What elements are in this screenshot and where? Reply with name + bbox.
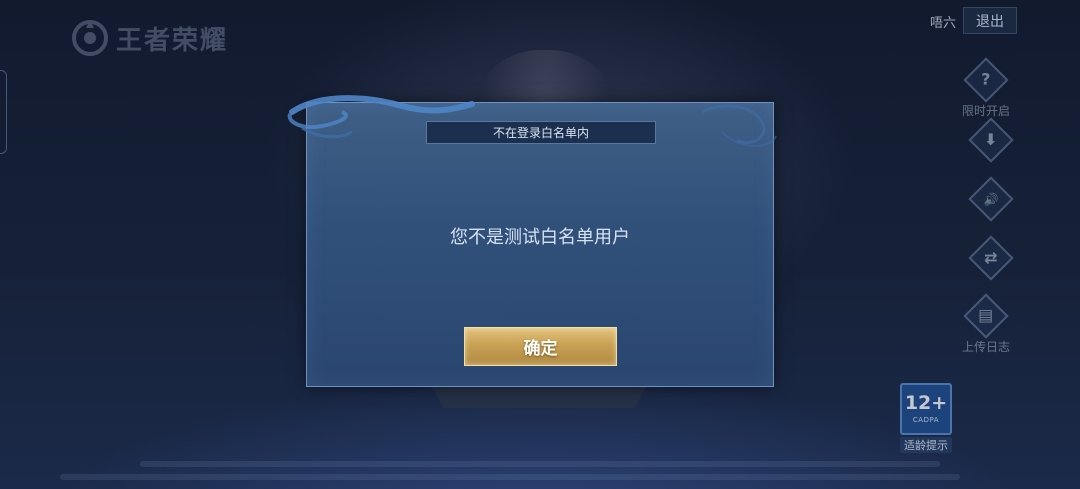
dialog-title-bar: 不在登录白名单内: [426, 121, 656, 144]
age-rating-box: 12+ CADPA: [900, 383, 952, 435]
confirm-button-label: 确定: [523, 339, 558, 359]
dialog-title: 不在登录白名单内: [492, 126, 589, 140]
side-button-download[interactable]: ⬇: [968, 117, 1014, 163]
side-button-sound[interactable]: 🔊: [968, 176, 1014, 222]
speaker-icon: 🔊: [968, 176, 1014, 222]
game-login-screen: 王者荣耀 唔六 退出 ? 限时开启 ⬇ 🔊 ⇄ ▤ 上传日志 12+ CADPA…: [0, 0, 1080, 489]
age-rating-org: CADPA: [912, 416, 940, 424]
game-logo: 王者荣耀: [70, 18, 228, 58]
question-icon: ?: [963, 57, 1009, 103]
footer-legal-text: [140, 461, 940, 467]
age-rating-tip: 适龄提示: [900, 437, 952, 453]
left-edge-tab[interactable]: [0, 70, 7, 154]
side-button-upload-log[interactable]: ▤ 上传日志: [962, 293, 1011, 355]
side-button-label: 限时开启: [962, 104, 1011, 118]
dialog-message: 您不是测试白名单用户: [450, 227, 630, 248]
side-button-switch[interactable]: ⇄: [968, 235, 1014, 281]
phone-switch-icon: ⇄: [968, 235, 1014, 281]
download-icon: ⬇: [968, 117, 1014, 163]
user-name: 唔六: [930, 16, 957, 31]
whitelist-dialog: 不在登录白名单内 您不是测试白名单用户 确定: [306, 102, 774, 387]
confirm-button[interactable]: 确定: [464, 327, 617, 366]
side-button-label: 上传日志: [962, 340, 1011, 354]
side-button-limited-open[interactable]: ? 限时开启: [962, 57, 1011, 119]
age-rating-number: 12+: [904, 392, 948, 414]
logo-emblem-icon: [72, 20, 108, 56]
footer-legal-text: [60, 474, 960, 480]
logout-button[interactable]: 退出: [963, 7, 1017, 34]
age-rating-badge[interactable]: 12+ CADPA 适龄提示: [900, 383, 952, 453]
logo-text: 王者荣耀: [116, 25, 229, 56]
clipboard-icon: ▤: [963, 293, 1009, 339]
